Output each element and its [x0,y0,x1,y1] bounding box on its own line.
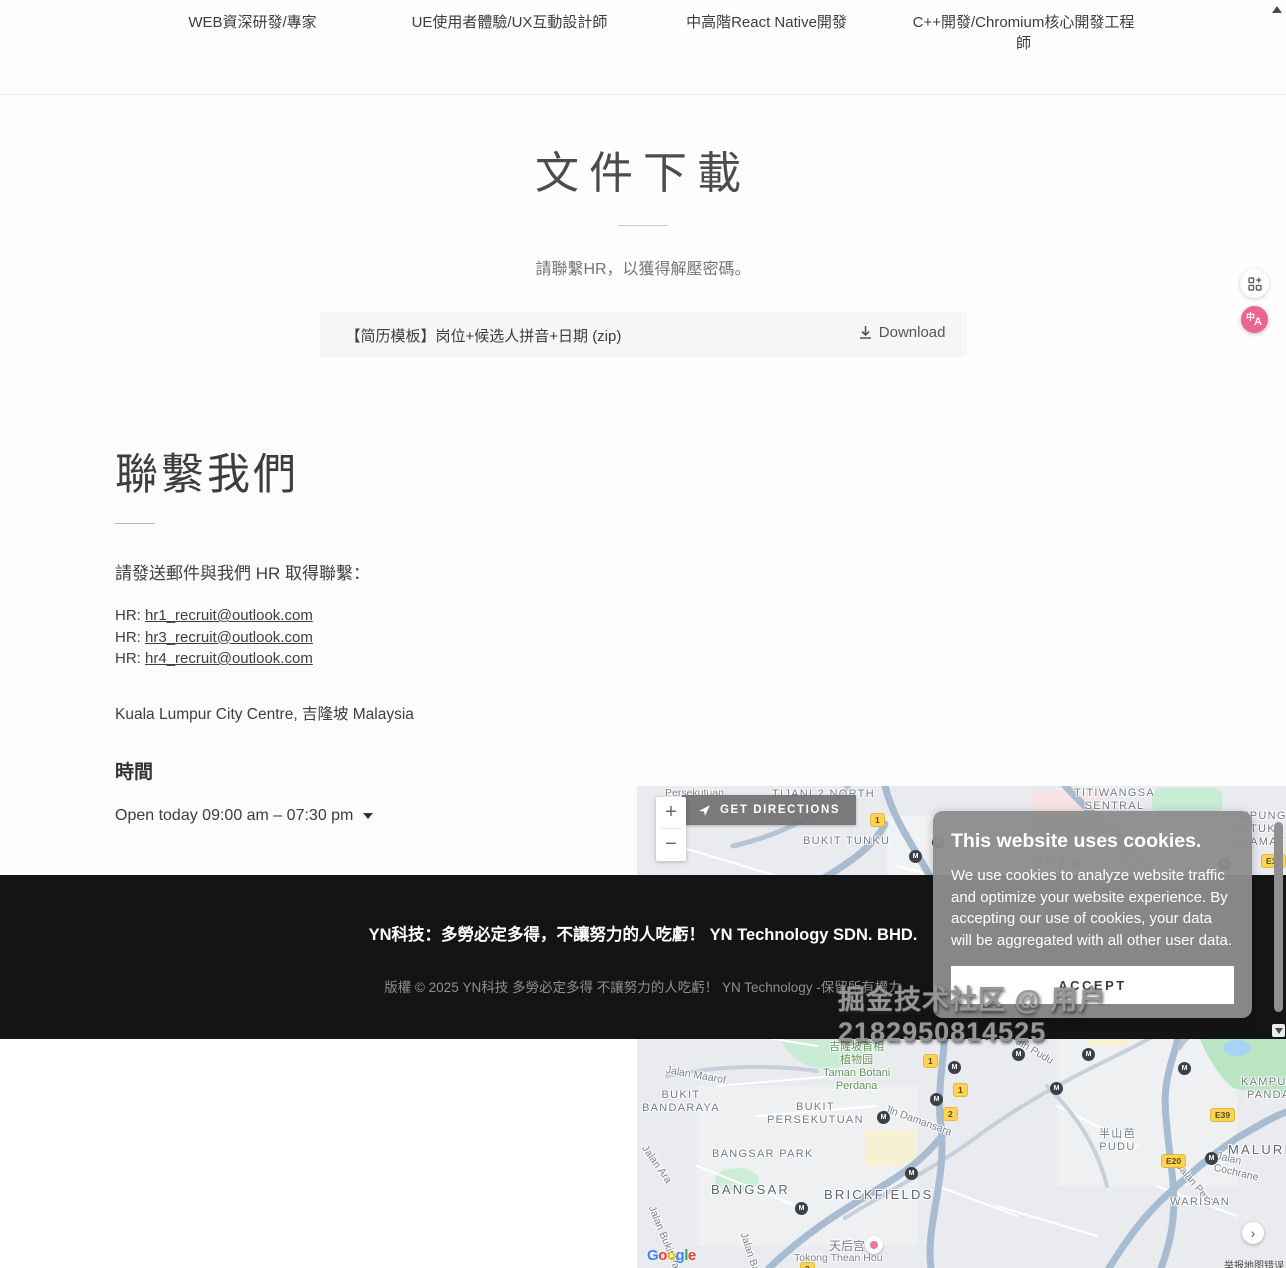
cookie-accept-button[interactable]: ACCEPT [951,966,1234,1004]
map-zoom-control: + − [656,797,686,861]
map-label: Jalan Bangsar [737,1231,770,1268]
transit-station-icon: M [909,850,922,863]
translate-icon: A [1254,316,1262,328]
hours-text: Open today 09:00 am – 07:30 pm [115,807,353,825]
cookie-banner-title: This website uses cookies. [951,830,1234,853]
contact-column: 聯繫我們 請發送郵件與我們 HR 取得聯繫： HR: hr1_recruit@o… [115,393,595,825]
transit-station-icon: M [1205,1152,1218,1165]
email-link-hr3[interactable]: hr3_recruit@outlook.com [145,629,313,646]
nav-row: WEB資深研發/專家 UE使用者體驗/UX互動設計師 中高階React Nati… [124,12,1154,54]
road-shield: 1 [923,1054,938,1068]
google-logo[interactable]: Google [647,1247,696,1264]
map-label: BANGSAR [711,1182,790,1197]
email-label: HR: [115,607,141,624]
email-row: HR: hr3_recruit@outlook.com [115,627,595,649]
zoom-in-button[interactable]: + [656,797,686,828]
section-divider [115,523,155,524]
road-shield: 1 [953,1083,968,1097]
hours-title: 時間 [115,757,595,784]
road-shield: 2 [800,1262,815,1268]
map-label: Jalan Ara [639,1143,674,1186]
navigation-arrow-icon [698,804,711,817]
cookie-banner: This website uses cookies. We use cookie… [933,811,1252,1018]
chevron-down-icon [363,813,373,819]
map-attribution-link[interactable]: 举报地图错误 [1224,1257,1284,1268]
map-label: BRICKFIELDS [824,1187,933,1202]
map-label: KAMPUNG PANDAN [1241,1076,1286,1102]
transit-station-icon: M [948,1061,961,1074]
widgets-button[interactable] [1240,269,1269,298]
top-nav: WEB資深研發/專家 UE使用者體驗/UX互動設計師 中高階React Nati… [0,0,1286,95]
download-icon [859,326,872,340]
download-note: 請聯繫HR，以獲得解壓密碼。 [0,255,1286,279]
map-label: WARISAN [1170,1196,1230,1209]
hours-dropdown-toggle[interactable]: Open today 09:00 am – 07:30 pm [115,807,373,825]
download-file-row: 【简历模板】岗位+候选人拼音+日期 (zip) Download [320,312,967,357]
map-label: BUKIT BANDARAYA [642,1089,720,1115]
map-label: TITIWANGSA SENTRAL [1074,787,1155,813]
map-label: Jalan Maarof [665,1064,727,1087]
nav-item-react-native[interactable]: 中高階React Native開發 [638,12,895,54]
widget-add-icon [1248,277,1262,291]
scrollbar-thumb[interactable] [1274,822,1283,1012]
map-label: BUKIT TUNKU [803,835,890,848]
transit-station-icon: M [905,1167,918,1180]
email-row: HR: hr1_recruit@outlook.com [115,605,595,627]
email-label: HR: [115,650,141,667]
contact-intro: 請發送郵件與我們 HR 取得聯繫： [115,559,595,584]
scrollbar-down-arrow[interactable] [1272,1024,1285,1037]
download-file-name: 【简历模板】岗位+候选人拼音+日期 (zip) [346,325,622,346]
cookie-banner-message: We use cookies to analyze website traffi… [951,865,1234,951]
contact-section: 聯繫我們 請發送郵件與我們 HR 取得聯繫： HR: hr1_recruit@o… [0,393,1286,875]
nav-item-web-dev[interactable]: WEB資深研發/專家 [124,12,381,54]
chevron-right-icon[interactable]: › [1242,1222,1264,1244]
road-shield: 1 [870,813,885,827]
translate-button[interactable]: 中 A [1241,306,1268,333]
contact-address: Kuala Lumpur City Centre, 吉隆坡 Malaysia [115,702,595,724]
email-row: HR: hr4_recruit@outlook.com [115,648,595,670]
transit-station-icon: M [1050,1082,1063,1095]
contact-title: 聯繫我們 [115,440,595,502]
map-label: BUKIT PERSEKUTUAN [767,1101,864,1127]
email-link-hr4[interactable]: hr4_recruit@outlook.com [145,650,313,667]
email-link-hr1[interactable]: hr1_recruit@outlook.com [145,607,313,624]
download-section: 文件下載 請聯繫HR，以獲得解壓密碼。 【简历模板】岗位+候选人拼音+日期 (z… [0,95,1286,393]
transit-station-icon: M [1012,1048,1025,1061]
zoom-out-button[interactable]: − [656,829,686,860]
road-shield: 2 [943,1107,958,1121]
transit-station-icon: M [1178,1062,1191,1075]
get-directions-label: GET DIRECTIONS [720,804,840,816]
scrollbar-up-arrow[interactable] [1272,6,1282,13]
map-label: BANGSAR PARK [712,1148,814,1161]
road-shield: E39 [1210,1108,1235,1122]
contact-email-list: HR: hr1_recruit@outlook.com HR: hr3_recr… [115,605,595,670]
nav-item-cpp-chromium[interactable]: C++開發/Chromium核心開發工程師 [895,12,1152,54]
transit-station-icon: M [795,1202,808,1215]
map-label: 半山芭 PUDU [1099,1128,1136,1154]
download-button-label: Download [879,324,946,341]
transit-station-icon: M [930,1093,943,1106]
map-label: 吉隆坡首相 植物园 Taman Botani Perdana [823,1041,890,1093]
nav-item-ux-designer[interactable]: UE使用者體驗/UX互動設計師 [381,12,638,54]
download-button[interactable]: Download [859,324,946,341]
section-divider [618,225,668,226]
road-shield: E20 [1161,1154,1186,1168]
transit-station-icon: M [1082,1048,1095,1061]
map-poi-icon [865,1236,883,1254]
get-directions-button[interactable]: GET DIRECTIONS [682,795,856,825]
email-label: HR: [115,629,141,646]
download-section-title: 文件下載 [0,137,1286,201]
transit-station-icon: M [877,1111,890,1124]
